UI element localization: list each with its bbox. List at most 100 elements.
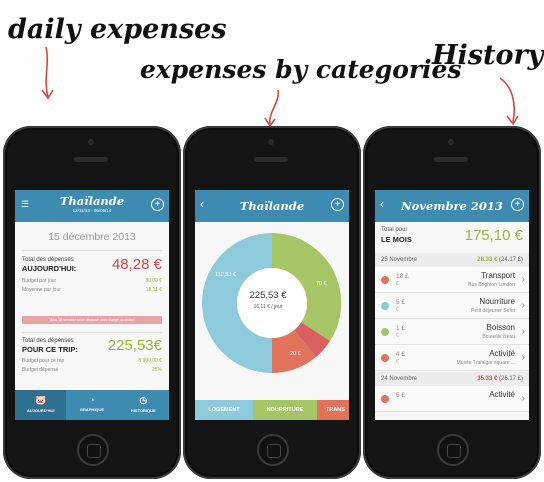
expense-currency: € xyxy=(396,333,399,339)
pie-chart-icon: ◔ xyxy=(89,395,95,405)
camera xyxy=(268,139,274,145)
top-bar: ‹ Thaïlande + xyxy=(195,190,349,222)
budget-trip-value: 8 900,00 € xyxy=(138,358,162,364)
divider xyxy=(22,332,162,333)
expense-description: Bouteille d'eau xyxy=(482,334,515,340)
category-logement[interactable]: LOGEMENT xyxy=(195,400,253,420)
trip-title: Thaïlande xyxy=(239,199,305,213)
month-total-label-big: LE MOIS xyxy=(381,235,412,244)
tab-today-label: AUJOURD'HUI xyxy=(26,408,55,413)
day-header: 24 Novembre 35.33 € (26.17 £) xyxy=(375,372,529,386)
expense-description: Musée Trafalgar square ... xyxy=(456,360,515,366)
add-expense-button[interactable]: + xyxy=(151,198,164,211)
expense-currency: € xyxy=(396,281,399,287)
trip-total-label-big: POUR CE TRIP: xyxy=(22,345,78,354)
speaker xyxy=(434,157,468,162)
trip-total-label: Total des dépenses xyxy=(22,338,74,344)
expense-amount: 5 £ xyxy=(396,392,406,399)
speaker xyxy=(74,157,108,162)
expense-amount: 4 £ xyxy=(396,351,406,358)
list-item[interactable]: 18 £ € Transport Bus Brighton London › xyxy=(375,267,529,293)
annotation-daily-expenses: daily expenses xyxy=(8,14,227,45)
expense-currency: € xyxy=(396,307,399,313)
daily-average: 16,11 € / jour xyxy=(253,304,283,310)
phone-history: ‹ Novembre 2013 + Total pour LE MOIS 175… xyxy=(363,126,541,479)
camera xyxy=(448,139,454,145)
phone-categories: ‹ Thaïlande + 112,53 € 70 € 20 € 225,53 … xyxy=(183,126,361,479)
tab-history[interactable]: ◷ HISTORIQUE xyxy=(118,390,169,420)
month-total-label: Total pour xyxy=(381,227,408,233)
trip-title: Thaïlande xyxy=(59,194,125,208)
tab-chart-label: GRAPHIQUE xyxy=(79,407,105,412)
chevron-right-icon: › xyxy=(521,393,525,404)
expense-amount: 1 £ xyxy=(396,325,406,332)
list-item[interactable]: 5 £ € Nourriture Petit déjeuner Soho › xyxy=(375,293,529,319)
today-amount: 48,28 € xyxy=(111,256,162,273)
annotation-history: History xyxy=(432,40,544,71)
category-donut-chart xyxy=(202,233,342,373)
list-item[interactable]: 1 £ € Boisson Bouteille d'eau › xyxy=(375,319,529,345)
tab-bar: 🐷 AUJOURD'HUI ◔ GRAPHIQUE ◷ HISTORIQUE xyxy=(15,390,169,420)
list-item[interactable]: 4 £ € Activité Musée Trafalgar square ..… xyxy=(375,345,529,371)
trip-amount: 225,53€ xyxy=(107,337,162,354)
annotation-expenses-by-categories: expenses by categories xyxy=(140,55,462,84)
category-dot xyxy=(381,354,389,362)
category-dot xyxy=(381,276,389,284)
category-transport[interactable]: TRANS xyxy=(317,400,349,420)
screen-history: ‹ Novembre 2013 + Total pour LE MOIS 175… xyxy=(375,190,529,420)
category-dot xyxy=(381,395,389,403)
day-header: 25 Novembre 28.33 € (24.17 £) xyxy=(375,253,529,267)
expense-category: Nourriture xyxy=(479,297,515,306)
camera xyxy=(88,139,94,145)
category-nourriture[interactable]: NOURRITURE xyxy=(253,400,317,420)
divider xyxy=(22,250,162,251)
category-tabs: LOGEMENT NOURRITURE TRANS xyxy=(195,400,349,420)
chevron-right-icon: › xyxy=(521,326,525,337)
list-item[interactable]: 5 £ Activité › xyxy=(375,386,529,412)
category-dot xyxy=(381,302,389,310)
month-total-amount: 175,10 € xyxy=(464,227,523,244)
current-date: 15 décembre 2013 xyxy=(48,231,136,243)
tab-today[interactable]: 🐷 AUJOURD'HUI xyxy=(15,390,67,420)
slice-label-nourriture: 70 € xyxy=(316,281,327,287)
screen-categories: ‹ Thaïlande + 112,53 € 70 € 20 € 225,53 … xyxy=(195,190,349,420)
slice-label-transport: 20 € xyxy=(290,351,301,357)
speaker xyxy=(254,157,288,162)
home-button[interactable] xyxy=(257,434,289,466)
tab-history-label: HISTORIQUE xyxy=(130,408,156,413)
budget-trip-label: Budget pour ce trip xyxy=(22,358,65,364)
expense-amount: 5 £ xyxy=(396,299,406,306)
expense-description: Petit déjeuner Soho xyxy=(471,308,515,314)
day-date: 24 Novembre xyxy=(381,376,418,382)
arrow-history-icon xyxy=(499,77,519,126)
clock-icon: ◷ xyxy=(139,395,148,405)
budget-spent-label: Budget dépensé xyxy=(22,367,59,373)
expense-category: Activité xyxy=(489,390,515,399)
arrow-daily-icon xyxy=(41,46,54,100)
day-total: 35.33 € (26.17 £) xyxy=(477,376,523,382)
top-bar: ☰ Thaïlande 12/11/13 - 05/05/14 + xyxy=(15,190,169,222)
trip-dates: 12/11/13 - 05/05/14 xyxy=(72,208,112,213)
piggy-bank-icon: 🐷 xyxy=(35,395,47,405)
expense-category: Transport xyxy=(481,271,515,280)
add-expense-button[interactable]: + xyxy=(331,198,344,211)
today-total-label-big: AUJOURD'HUI: xyxy=(22,264,77,273)
add-expense-button[interactable]: + xyxy=(511,198,524,211)
expense-category: Activité xyxy=(489,349,515,358)
total-amount: 225,53 € xyxy=(249,290,287,301)
budget-day-value: 30,00 € xyxy=(145,278,162,284)
chevron-right-icon: › xyxy=(521,274,525,285)
home-button[interactable] xyxy=(437,434,469,466)
expense-category: Boisson xyxy=(486,323,515,332)
chevron-right-icon: › xyxy=(521,352,525,363)
screen-daily: ☰ Thaïlande 12/11/13 - 05/05/14 + 15 déc… xyxy=(15,190,169,420)
tab-chart[interactable]: ◔ GRAPHIQUE xyxy=(66,390,117,420)
home-button[interactable] xyxy=(77,434,109,466)
category-dot xyxy=(381,328,389,336)
month-title: Novembre 2013 xyxy=(401,199,503,213)
top-bar: ‹ Novembre 2013 + xyxy=(375,190,529,222)
day-total: 28.33 € (24.17 £) xyxy=(477,257,523,263)
slice-label-logement: 112,53 € xyxy=(215,272,237,278)
arrow-categories-icon xyxy=(264,89,279,128)
expense-description: Bus Brighton London xyxy=(468,282,515,288)
